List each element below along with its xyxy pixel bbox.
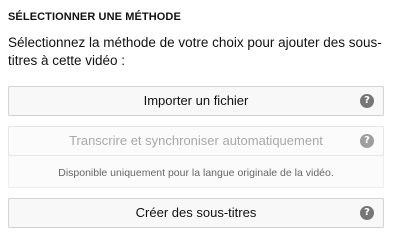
availability-note: Disponible uniquement pour la langue ori… [58, 167, 334, 179]
question-mark-circle-icon[interactable]: ? [360, 206, 374, 220]
import-file-button[interactable]: Importer un fichier ? [8, 86, 384, 116]
intro-text: Sélectionnez la méthode de votre choix p… [8, 35, 382, 68]
import-file-label: Importer un fichier [143, 93, 249, 108]
auto-sync-option-container: Transcrire et synchroniser automatiqueme… [8, 126, 384, 188]
question-mark-circle-icon[interactable]: ? [360, 134, 374, 148]
auto-transcribe-sync-label: Transcrire et synchroniser automatiqueme… [69, 133, 323, 148]
section-title: SÉLECTIONNER UNE MÉTHODE [8, 11, 181, 23]
question-mark-circle-icon[interactable]: ? [360, 94, 374, 108]
create-subtitles-label: Créer des sous-titres [135, 205, 257, 220]
create-subtitles-button[interactable]: Créer des sous-titres ? [8, 198, 384, 228]
auto-transcribe-sync-button: Transcrire et synchroniser automatiqueme… [8, 126, 384, 156]
